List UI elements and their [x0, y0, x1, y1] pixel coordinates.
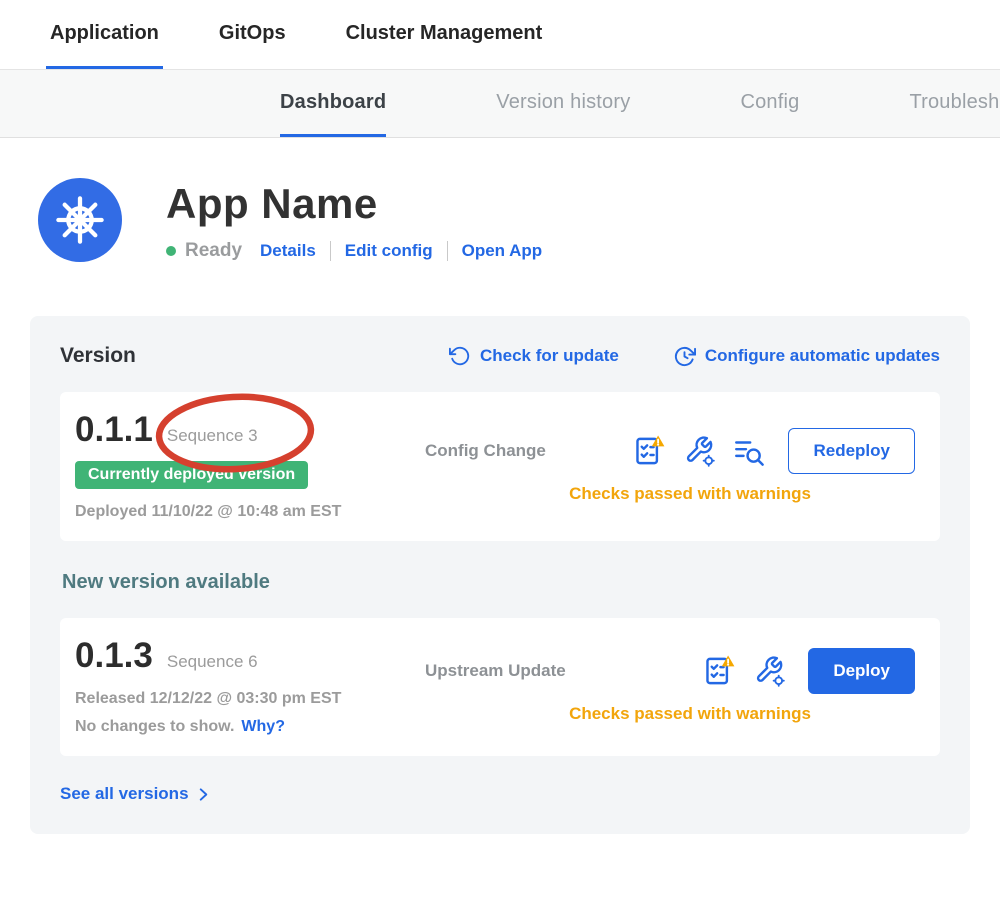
configure-automatic-updates-label: Configure automatic updates [705, 346, 940, 366]
diff-review-search-icon[interactable] [732, 434, 766, 468]
status-ready-dot-icon [166, 246, 176, 256]
currently-deployed-badge: Currently deployed version [75, 461, 308, 489]
version-panel: Version Check for update Configure autom… [30, 316, 970, 834]
tab-config[interactable]: Config [740, 70, 799, 137]
configure-automatic-updates-link[interactable]: Configure automatic updates [673, 345, 940, 368]
no-changes-text: No changes to show. [75, 718, 234, 736]
redeploy-button[interactable]: Redeploy [788, 428, 915, 474]
new-version-sequence: Sequence 6 [167, 652, 258, 672]
edit-config-link[interactable]: Edit config [345, 241, 433, 261]
released-timestamp: Released 12/12/22 @ 03:30 pm EST [75, 690, 425, 708]
app-title: App Name [166, 180, 542, 228]
check-for-update-label: Check for update [480, 346, 619, 366]
status-text: Ready [185, 240, 242, 262]
tab-version-history[interactable]: Version history [496, 70, 630, 137]
refresh-icon [449, 345, 471, 367]
check-for-update-link[interactable]: Check for update [449, 345, 619, 368]
see-all-versions-link[interactable]: See all versions [60, 784, 211, 804]
tab-dashboard[interactable]: Dashboard [280, 70, 386, 137]
current-version-card: 0.1.1 Sequence 3 Currently deployed vers… [60, 392, 940, 541]
new-checks-status: Checks passed with warnings [425, 704, 915, 724]
version-panel-title: Version [60, 344, 136, 368]
app-sub-navigation: Dashboard Version history Config Trouble… [0, 70, 1000, 138]
top-navigation: Application GitOps Cluster Management [0, 0, 1000, 70]
new-version-number: 0.1.3 [75, 636, 153, 676]
see-all-versions-label: See all versions [60, 784, 189, 804]
preflight-checks-warning-icon[interactable] [702, 654, 736, 688]
tab-application[interactable]: Application [46, 0, 163, 69]
details-link[interactable]: Details [260, 241, 316, 261]
current-version-sequence: Sequence 3 [167, 426, 258, 446]
link-divider [447, 241, 448, 261]
kubernetes-logo-icon [38, 178, 122, 262]
new-version-card: 0.1.3 Sequence 6 Released 12/12/22 @ 03:… [60, 618, 940, 756]
link-divider [330, 241, 331, 261]
app-header: App Name Ready Details Edit config Open … [38, 178, 1000, 262]
tab-troubleshoot[interactable]: Troubleshoot [909, 70, 1000, 137]
open-app-link[interactable]: Open App [462, 241, 543, 261]
deployed-timestamp: Deployed 11/10/22 @ 10:48 am EST [75, 503, 425, 521]
current-checks-status: Checks passed with warnings [425, 484, 915, 504]
clock-refresh-icon [673, 345, 696, 368]
config-wrench-gear-icon[interactable] [752, 654, 786, 688]
deploy-button[interactable]: Deploy [808, 648, 915, 694]
current-version-number: 0.1.1 [75, 410, 153, 450]
tab-gitops[interactable]: GitOps [215, 0, 290, 69]
new-change-type: Upstream Update [425, 661, 566, 681]
new-version-heading: New version available [62, 571, 940, 594]
current-change-type: Config Change [425, 441, 546, 461]
preflight-checks-warning-icon[interactable] [632, 434, 666, 468]
why-link[interactable]: Why? [241, 718, 285, 736]
chevron-right-icon [196, 787, 211, 802]
config-wrench-gear-icon[interactable] [682, 434, 716, 468]
tab-cluster-management[interactable]: Cluster Management [342, 0, 547, 69]
